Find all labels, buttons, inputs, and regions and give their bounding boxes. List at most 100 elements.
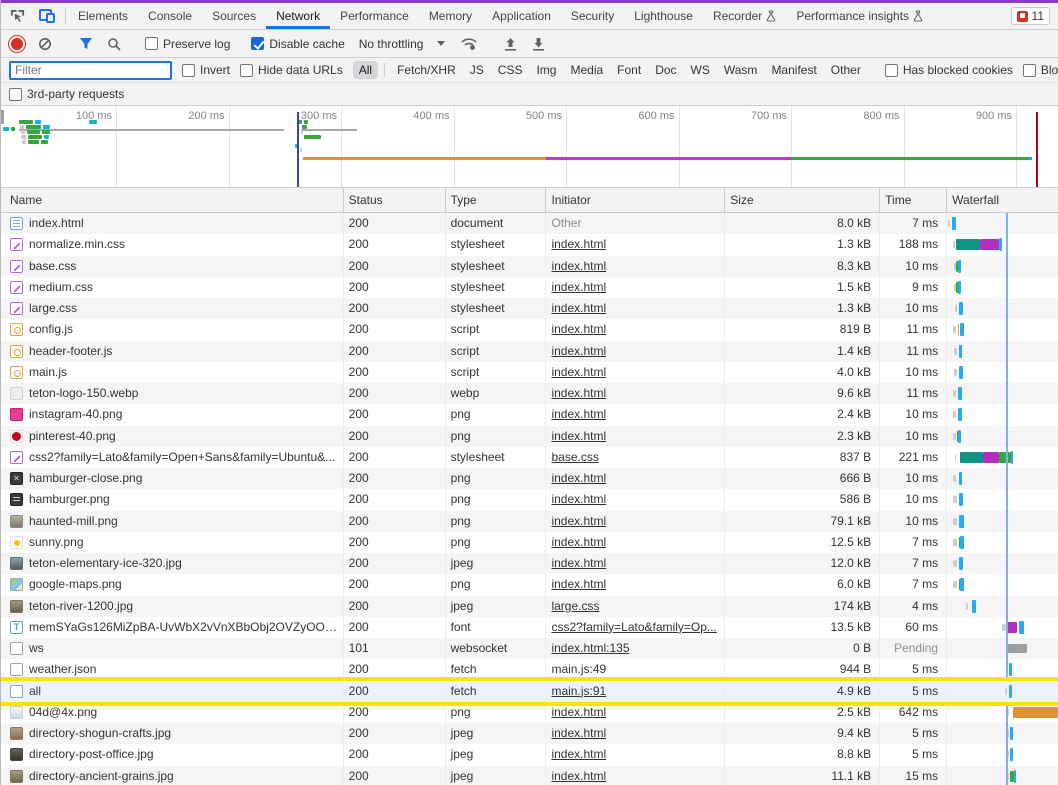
request-row-teton-elementary-ice-320-jpg[interactable]: teton-elementary-ice-320.jpg200jpegindex… [1, 553, 1058, 574]
error-count-badge[interactable]: 11 [1011, 7, 1050, 25]
network-conditions-icon[interactable] [459, 34, 479, 54]
initiator-cell[interactable]: index.html [546, 532, 725, 553]
tab-sources[interactable]: Sources [202, 3, 266, 29]
request-name-cell[interactable]: haunted-mill.png [1, 511, 344, 532]
inspect-element-icon[interactable] [7, 6, 27, 26]
column-header-initiator[interactable]: Initiator [546, 188, 725, 212]
initiator-cell[interactable]: index.html [546, 468, 725, 489]
column-header-name[interactable]: Name [1, 188, 344, 212]
request-row-css2-family-lato-family-open-s[interactable]: css2?family=Lato&family=Open+Sans&family… [1, 447, 1058, 468]
request-name-cell[interactable]: index.html [1, 213, 344, 234]
initiator-cell[interactable]: index.html [546, 298, 725, 319]
request-row-directory-post-office-jpg[interactable]: directory-post-office.jpg200jpegindex.ht… [1, 744, 1058, 765]
third-party-checkbox[interactable]: 3rd-party requests [9, 87, 124, 101]
request-row-sunny-png[interactable]: sunny.png200pngindex.html12.5 kB7 ms [1, 532, 1058, 553]
column-header-status[interactable]: Status [344, 188, 446, 212]
request-row-directory-ancient-grains-jpg[interactable]: directory-ancient-grains.jpg200jpegindex… [1, 766, 1058, 785]
request-name-cell[interactable]: ✕hamburger-close.png [1, 468, 344, 489]
initiator-cell[interactable]: index.html [546, 234, 725, 255]
request-name-cell[interactable]: header-footer.js [1, 341, 344, 362]
initiator-cell[interactable]: index.html:135 [546, 638, 725, 659]
initiator-cell[interactable]: index.html [546, 489, 725, 510]
initiator-cell[interactable]: index.html [546, 511, 725, 532]
request-row-ws[interactable]: ws101websocketindex.html:1350 BPending [1, 638, 1058, 659]
initiator-cell[interactable]: css2?family=Lato&family=Op... [546, 617, 725, 638]
request-row-teton-river-1200-jpg[interactable]: teton-river-1200.jpg200jpeglarge.css174 … [1, 596, 1058, 617]
checkbox[interactable] [182, 64, 195, 77]
initiator-cell[interactable]: index.html [546, 574, 725, 595]
filter-chip-manifest[interactable]: Manifest [765, 61, 822, 79]
request-name-cell[interactable]: medium.css [1, 277, 344, 298]
request-name-cell[interactable]: teton-logo-150.webp [1, 383, 344, 404]
initiator-cell[interactable]: index.html [546, 553, 725, 574]
initiator-cell[interactable]: index.html [546, 256, 725, 277]
request-row-weather-json[interactable]: weather.json200fetchmain.js:49944 B5 ms [1, 659, 1058, 680]
request-row-pinterest-40-png[interactable]: pinterest-40.png200pngindex.html2.3 kB10… [1, 426, 1058, 447]
request-row-directory-shogun-crafts-jpg[interactable]: directory-shogun-crafts.jpg200jpegindex.… [1, 723, 1058, 744]
blocked-requests-checkbox[interactable]: Blocked Requests [1023, 63, 1058, 77]
tab-console[interactable]: Console [138, 3, 202, 29]
import-har-icon[interactable] [500, 34, 520, 54]
network-overview-timeline[interactable]: 100 ms200 ms300 ms400 ms500 ms600 ms700 … [1, 106, 1058, 188]
initiator-cell[interactable]: large.css [546, 596, 725, 617]
export-har-icon[interactable] [528, 34, 548, 54]
device-toolbar-icon[interactable] [37, 6, 57, 26]
filter-chip-font[interactable]: Font [611, 61, 647, 79]
request-name-cell[interactable]: 04d@4x.png [1, 702, 344, 723]
filter-chip-other[interactable]: Other [825, 61, 867, 79]
filter-chip-wasm[interactable]: Wasm [718, 61, 764, 79]
checkbox[interactable] [1023, 64, 1036, 77]
checkbox[interactable] [885, 64, 898, 77]
request-row-all[interactable]: all200fetchmain.js:914.9 kB5 ms [1, 681, 1058, 702]
disable-cache-checkbox[interactable]: Disable cache [251, 37, 344, 51]
filter-chip-doc[interactable]: Doc [649, 61, 682, 79]
filter-chip-css[interactable]: CSS [492, 61, 529, 79]
tab-performance-insights[interactable]: Performance insights [786, 3, 933, 29]
request-name-cell[interactable]: config.js [1, 319, 344, 340]
tab-recorder[interactable]: Recorder [703, 3, 786, 29]
request-row-header-footer-js[interactable]: header-footer.js200scriptindex.html1.4 k… [1, 341, 1058, 362]
request-row-teton-logo-150-webp[interactable]: teton-logo-150.webp200webpindex.html9.6 … [1, 383, 1058, 404]
request-name-cell[interactable]: base.css [1, 256, 344, 277]
initiator-cell[interactable]: index.html [546, 319, 725, 340]
filter-chip-js[interactable]: JS [464, 61, 490, 79]
tab-security[interactable]: Security [561, 3, 624, 29]
request-name-cell[interactable]: all [1, 681, 344, 702]
tab-memory[interactable]: Memory [419, 3, 482, 29]
column-header-time[interactable]: Time [880, 188, 947, 212]
preserve-log-checkbox[interactable]: Preserve log [145, 37, 230, 51]
request-name-cell[interactable]: instagram-40.png [1, 404, 344, 425]
initiator-cell[interactable]: index.html [546, 723, 725, 744]
request-row-hamburger-png[interactable]: hamburger.png200pngindex.html586 B10 ms [1, 489, 1058, 510]
request-row-instagram-40-png[interactable]: instagram-40.png200pngindex.html2.4 kB10… [1, 404, 1058, 425]
initiator-cell[interactable]: index.html [546, 341, 725, 362]
tab-application[interactable]: Application [482, 3, 561, 29]
request-row-config-js[interactable]: config.js200scriptindex.html819 B11 ms [1, 319, 1058, 340]
request-name-cell[interactable]: weather.json [1, 659, 344, 680]
request-name-cell[interactable]: ws [1, 638, 344, 659]
checkbox[interactable] [240, 64, 253, 77]
initiator-cell[interactable]: index.html [546, 277, 725, 298]
request-row-hamburger-close-png[interactable]: ✕hamburger-close.png200pngindex.html666 … [1, 468, 1058, 489]
request-row-main-js[interactable]: main.js200scriptindex.html4.0 kB10 ms [1, 362, 1058, 383]
initiator-cell[interactable]: index.html [546, 362, 725, 383]
initiator-cell[interactable]: index.html [546, 744, 725, 765]
initiator-cell[interactable]: base.css [546, 447, 725, 468]
column-header-size[interactable]: Size [725, 188, 880, 212]
filter-toggle-icon[interactable] [76, 34, 96, 54]
request-name-cell[interactable]: hamburger.png [1, 489, 344, 510]
request-name-cell[interactable]: main.js [1, 362, 344, 383]
tab-lighthouse[interactable]: Lighthouse [624, 3, 703, 29]
request-row-haunted-mill-png[interactable]: haunted-mill.png200pngindex.html79.1 kB1… [1, 511, 1058, 532]
initiator-cell[interactable]: index.html [546, 383, 725, 404]
request-row-large-css[interactable]: large.css200stylesheetindex.html1.3 kB10… [1, 298, 1058, 319]
hide-data-urls-checkbox[interactable]: Hide data URLs [240, 63, 343, 77]
request-name-cell[interactable]: google-maps.png [1, 574, 344, 595]
request-row-medium-css[interactable]: medium.css200stylesheetindex.html1.5 kB9… [1, 277, 1058, 298]
initiator-cell[interactable]: main.js:91 [546, 681, 725, 702]
search-icon[interactable] [104, 34, 124, 54]
filter-chip-fetch-xhr[interactable]: Fetch/XHR [391, 61, 462, 79]
request-name-cell[interactable]: pinterest-40.png [1, 426, 344, 447]
record-button[interactable] [7, 34, 27, 54]
has-blocked-cookies-checkbox[interactable]: Has blocked cookies [885, 63, 1013, 77]
